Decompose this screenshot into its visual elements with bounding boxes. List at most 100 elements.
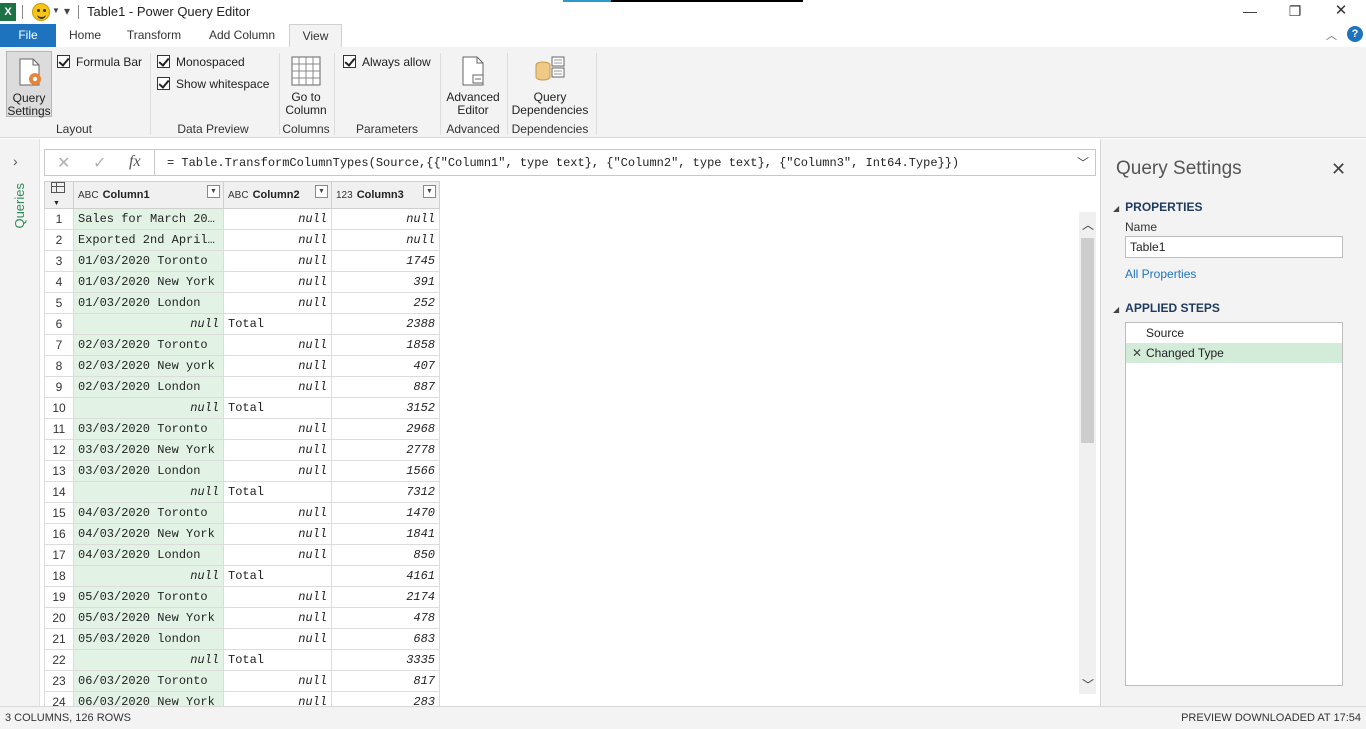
table-row[interactable]: 14 null Total 7312	[44, 481, 440, 503]
column-header-column2[interactable]: ABC Column2 ▼	[223, 181, 332, 209]
cell-column1[interactable]: 02/03/2020 Toronto	[73, 334, 224, 356]
cell-column2[interactable]: null	[223, 628, 332, 650]
cell-column1[interactable]: 03/03/2020 London	[73, 460, 224, 482]
tab-view[interactable]: View	[289, 24, 342, 48]
show-whitespace-checkbox[interactable]: Show whitespace	[157, 77, 269, 91]
cell-column2[interactable]: null	[223, 544, 332, 566]
table-row[interactable]: 13 03/03/2020 London null 1566	[44, 460, 440, 482]
cell-column1[interactable]: 05/03/2020 New York	[73, 607, 224, 629]
cell-column2[interactable]: Total	[223, 397, 332, 419]
table-row[interactable]: 3 01/03/2020 Toronto null 1745	[44, 250, 440, 272]
cell-column3[interactable]: 887	[331, 376, 440, 398]
cell-column2[interactable]: null	[223, 250, 332, 272]
table-row[interactable]: 10 null Total 3152	[44, 397, 440, 419]
row-number[interactable]: 20	[44, 607, 74, 629]
cell-column1[interactable]: 04/03/2020 London	[73, 544, 224, 566]
expand-queries-icon[interactable]: ›	[13, 153, 18, 169]
table-row[interactable]: 5 01/03/2020 London null 252	[44, 292, 440, 314]
cell-column3[interactable]: 7312	[331, 481, 440, 503]
row-number[interactable]: 3	[44, 250, 74, 272]
row-number[interactable]: 17	[44, 544, 74, 566]
cell-column2[interactable]: null	[223, 523, 332, 545]
cell-column2[interactable]: Total	[223, 649, 332, 671]
cell-column2[interactable]: null	[223, 586, 332, 608]
cell-column3[interactable]: 3152	[331, 397, 440, 419]
cell-column3[interactable]: 478	[331, 607, 440, 629]
delete-step-icon[interactable]: ✕	[1132, 343, 1142, 363]
cell-column2[interactable]: Total	[223, 481, 332, 503]
cell-column2[interactable]: null	[223, 376, 332, 398]
row-number[interactable]: 18	[44, 565, 74, 587]
scroll-down-icon[interactable]: ﹀	[1082, 676, 1094, 693]
monospaced-checkbox[interactable]: Monospaced	[157, 55, 245, 69]
scroll-up-icon[interactable]: ︿	[1082, 216, 1094, 233]
cell-column3[interactable]: 817	[331, 670, 440, 692]
expand-formula-icon[interactable]: ﹀	[1077, 154, 1089, 171]
table-row[interactable]: 2Exported 2nd April 2020nullnull	[44, 229, 440, 251]
cell-column3[interactable]: 850	[331, 544, 440, 566]
table-row[interactable]: 15 04/03/2020 Toronto null 1470	[44, 502, 440, 524]
table-row[interactable]: 16 04/03/2020 New York null 1841	[44, 523, 440, 545]
chevron-down-icon[interactable]: ▼	[52, 6, 60, 15]
insert-function-icon[interactable]: fx	[129, 153, 141, 171]
filter-dropdown-icon[interactable]: ▼	[207, 185, 220, 198]
cell-column3[interactable]: 2968	[331, 418, 440, 440]
cell-column2[interactable]: null	[223, 271, 332, 293]
row-number[interactable]: 13	[44, 460, 74, 482]
formula-input[interactable]: = Table.TransformColumnTypes(Source,{{"C…	[167, 156, 959, 170]
cell-column1[interactable]: 03/03/2020 Toronto	[73, 418, 224, 440]
collapse-triangle-icon[interactable]: ◢	[1113, 305, 1119, 314]
cell-column2[interactable]: null	[223, 607, 332, 629]
cell-column2[interactable]: null	[223, 208, 332, 230]
tab-file[interactable]: File	[0, 24, 56, 47]
query-name-input[interactable]	[1125, 236, 1343, 258]
table-row[interactable]: 18 null Total 4161	[44, 565, 440, 587]
cell-column1[interactable]: 01/03/2020 Toronto	[73, 250, 224, 272]
cell-column1[interactable]: 04/03/2020 Toronto	[73, 502, 224, 524]
cell-column2[interactable]: null	[223, 460, 332, 482]
cell-column2[interactable]: null	[223, 229, 332, 251]
row-number[interactable]: 23	[44, 670, 74, 692]
table-row[interactable]: 7 02/03/2020 Toronto null 1858	[44, 334, 440, 356]
always-allow-checkbox[interactable]: Always allow	[343, 55, 431, 69]
help-icon[interactable]: ?	[1347, 26, 1363, 42]
tab-transform[interactable]: Transform	[120, 24, 188, 47]
text-type-icon[interactable]: ABC	[78, 190, 99, 201]
row-number[interactable]: 1	[44, 208, 74, 230]
cell-column3[interactable]: 2388	[331, 313, 440, 335]
vertical-scrollbar[interactable]: ︿ ﹀	[1079, 212, 1096, 694]
cell-column2[interactable]: null	[223, 502, 332, 524]
commit-formula-icon[interactable]: ✓	[93, 153, 106, 173]
tab-home[interactable]: Home	[60, 24, 110, 47]
cell-column1[interactable]: null	[73, 565, 224, 587]
cell-column3[interactable]: 1858	[331, 334, 440, 356]
step-changed-type[interactable]: ✕ Changed Type	[1126, 343, 1342, 363]
table-row[interactable]: 17 04/03/2020 London null 850	[44, 544, 440, 566]
row-number[interactable]: 11	[44, 418, 74, 440]
queries-label[interactable]: Queries	[12, 183, 27, 229]
row-number[interactable]: 2	[44, 229, 74, 251]
cell-column1[interactable]: Exported 2nd April 2020	[73, 229, 224, 251]
table-row[interactable]: 12 03/03/2020 New York null 2778	[44, 439, 440, 461]
cell-column1[interactable]: null	[73, 397, 224, 419]
row-number[interactable]: 8	[44, 355, 74, 377]
cell-column3[interactable]: null	[331, 229, 440, 251]
row-number[interactable]: 10	[44, 397, 74, 419]
cell-column3[interactable]: 1841	[331, 523, 440, 545]
table-row[interactable]: 19 05/03/2020 Toronto null 2174	[44, 586, 440, 608]
query-dependencies-button[interactable]: Query Dependencies	[510, 55, 590, 117]
cell-column3[interactable]: 2778	[331, 439, 440, 461]
cell-column2[interactable]: Total	[223, 313, 332, 335]
row-number[interactable]: 12	[44, 439, 74, 461]
cell-column2[interactable]: null	[223, 439, 332, 461]
cell-column1[interactable]: null	[73, 313, 224, 335]
filter-dropdown-icon[interactable]: ▼	[315, 185, 328, 198]
cancel-formula-icon[interactable]: ✕	[57, 153, 70, 173]
applied-steps-header[interactable]: ◢ APPLIED STEPS	[1113, 301, 1220, 315]
cell-column1[interactable]: null	[73, 649, 224, 671]
filter-dropdown-icon[interactable]: ▼	[423, 185, 436, 198]
table-row[interactable]: 9 02/03/2020 London null 887	[44, 376, 440, 398]
text-type-icon[interactable]: ABC	[228, 190, 249, 201]
properties-header[interactable]: ◢ PROPERTIES	[1113, 200, 1203, 214]
cell-column3[interactable]: 391	[331, 271, 440, 293]
